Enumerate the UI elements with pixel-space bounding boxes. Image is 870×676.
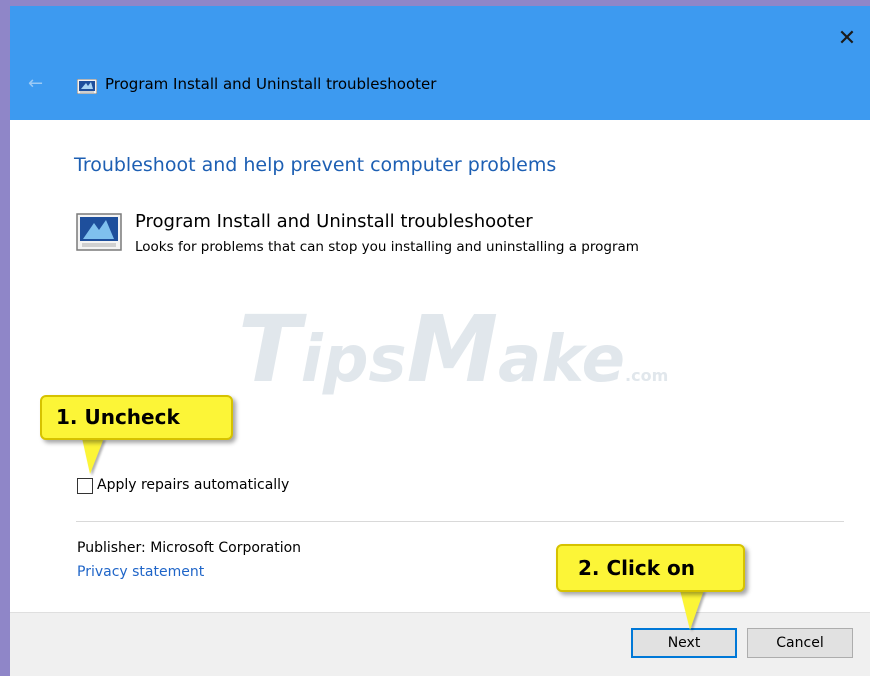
apply-repairs-label[interactable]: Apply repairs automatically (97, 477, 289, 493)
window-title: Program Install and Uninstall troublesho… (105, 75, 437, 93)
apply-repairs-checkbox[interactable] (77, 478, 93, 494)
troubleshooter-icon (76, 213, 122, 255)
dialog-footer: Next Cancel (10, 612, 870, 676)
watermark-t: T (238, 296, 301, 403)
separator (76, 521, 844, 522)
next-button[interactable]: Next (631, 628, 737, 658)
close-icon[interactable]: ✕ (832, 24, 862, 54)
callout-2-pointer (680, 590, 704, 630)
troubleshooter-name: Program Install and Uninstall troublesho… (135, 211, 533, 232)
title-bar: ✕ ← Program Install and Uninstall troubl… (10, 6, 870, 120)
page-heading: Troubleshoot and help prevent computer p… (74, 154, 557, 176)
troubleshooter-description: Looks for problems that can stop you ins… (135, 239, 639, 255)
callout-uncheck: 1. Uncheck (40, 395, 233, 440)
watermark-m: M (406, 296, 499, 403)
publisher-text: Publisher: Microsoft Corporation (77, 540, 302, 556)
troubleshooter-window: ✕ ← Program Install and Uninstall troubl… (10, 6, 870, 676)
back-arrow-icon[interactable]: ← (28, 74, 52, 94)
callout-click-on: 2. Click on (556, 544, 745, 592)
watermark-com: .com (625, 366, 669, 385)
tipsmake-watermark: TipsMake.com (238, 296, 668, 403)
troubleshooter-app-icon (76, 78, 98, 98)
callout-1-pointer (82, 438, 104, 474)
cancel-button[interactable]: Cancel (747, 628, 853, 658)
watermark-ake: ake (498, 323, 626, 397)
watermark-ips: ips (300, 323, 407, 397)
privacy-statement-link[interactable]: Privacy statement (77, 564, 204, 580)
